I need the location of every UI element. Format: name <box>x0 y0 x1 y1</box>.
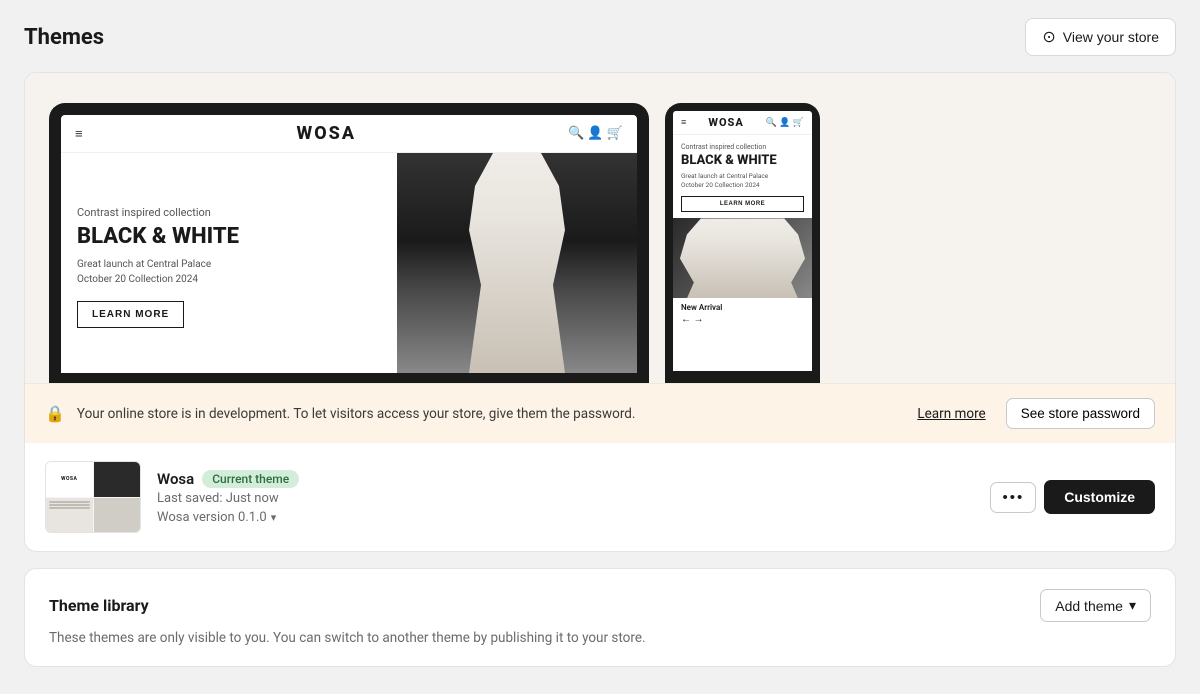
phone-icons: 🔍 👤 🛒 <box>766 118 804 128</box>
phone-mockup: ≡ WOSA 🔍 👤 🛒 Contrast inspired collectio… <box>665 103 820 383</box>
view-store-button[interactable]: ⊙ View your store <box>1025 18 1176 56</box>
tablet-cta-button[interactable]: LEARN MORE <box>77 301 184 328</box>
theme-name: Wosa <box>157 470 194 488</box>
thumb-cell-4 <box>94 498 141 533</box>
theme-meta: Wosa Current theme Last saved: Just now … <box>157 470 974 525</box>
library-title: Theme library <box>49 596 149 615</box>
theme-thumbnail: WOSA <box>45 461 141 533</box>
phone-subtitle: Contrast inspired collection <box>681 143 804 151</box>
lock-icon: 🔒 <box>45 404 65 423</box>
phone-cta-button[interactable]: LEARN MORE <box>681 196 804 212</box>
tablet-image <box>397 153 637 373</box>
phone-brand: WOSA <box>708 116 743 129</box>
current-theme-badge: Current theme <box>202 470 299 488</box>
theme-version-label: Wosa version 0.1.0 <box>157 510 267 525</box>
phone-desc: Great launch at Central Palace October 2… <box>681 172 804 190</box>
phone-heading: BLACK & WHITE <box>681 154 804 168</box>
tablet-screen: ≡ WOSA 🔍 👤 🛒 Contrast inspired collectio… <box>61 115 637 373</box>
tablet-text-col: Contrast inspired collection BLACK & WHI… <box>61 153 397 373</box>
library-header: Theme library Add theme ▾ <box>49 589 1151 622</box>
more-options-button[interactable]: ••• <box>990 482 1036 513</box>
tablet-heading: BLACK & WHITE <box>77 225 381 249</box>
view-store-label: View your store <box>1063 29 1159 45</box>
phone-screen: ≡ WOSA 🔍 👤 🛒 Contrast inspired collectio… <box>673 111 812 371</box>
phone-new-arrival: New Arrival <box>673 298 812 314</box>
main-theme-card: ≡ WOSA 🔍 👤 🛒 Contrast inspired collectio… <box>24 72 1176 552</box>
page-title: Themes <box>24 25 104 50</box>
phone-hamburger-icon: ≡ <box>681 117 686 128</box>
tablet-nav: ≡ WOSA 🔍 👤 🛒 <box>61 115 637 153</box>
theme-info: WOSA Wosa Current theme Last saved: Just… <box>25 443 1175 551</box>
tablet-brand: WOSA <box>297 123 356 144</box>
thumb-line-1 <box>49 501 90 503</box>
chevron-down-icon: ▾ <box>1129 597 1136 614</box>
add-theme-button[interactable]: Add theme ▾ <box>1040 589 1151 622</box>
thumb-cell-2 <box>94 462 141 497</box>
theme-version-selector[interactable]: Wosa version 0.1.0 ▾ <box>157 510 974 525</box>
customize-button[interactable]: Customize <box>1044 480 1155 514</box>
thumb-cell-3 <box>46 498 93 533</box>
add-theme-label: Add theme <box>1055 598 1123 614</box>
phone-image <box>673 218 812 298</box>
phone-arrows: ← → <box>673 314 812 329</box>
tablet-content: Contrast inspired collection BLACK & WHI… <box>61 153 637 373</box>
library-description: These themes are only visible to you. Yo… <box>49 630 1151 646</box>
theme-saved: Last saved: Just now <box>157 491 974 506</box>
theme-name-row: Wosa Current theme <box>157 470 974 488</box>
theme-actions: ••• Customize <box>990 480 1155 514</box>
tablet-subtitle: Contrast inspired collection <box>77 206 381 219</box>
tablet-icons: 🔍 👤 🛒 <box>568 126 623 141</box>
tablet-desc: Great launch at Central Palace October 2… <box>77 257 381 287</box>
tablet-mockup: ≡ WOSA 🔍 👤 🛒 Contrast inspired collectio… <box>49 103 649 383</box>
page-header: Themes ⊙ View your store <box>0 0 1200 72</box>
see-store-password-button[interactable]: See store password <box>1006 398 1155 429</box>
preview-area: ≡ WOSA 🔍 👤 🛒 Contrast inspired collectio… <box>25 73 1175 383</box>
phone-nav: ≡ WOSA 🔍 👤 🛒 <box>673 111 812 135</box>
learn-more-link[interactable]: Learn more <box>917 406 985 422</box>
password-message: Your online store is in development. To … <box>77 406 905 422</box>
thumb-line-3 <box>49 507 90 509</box>
thumb-brand: WOSA <box>61 476 77 482</box>
password-bar: 🔒 Your online store is in development. T… <box>25 383 1175 443</box>
hamburger-icon: ≡ <box>75 126 85 142</box>
chevron-down-icon: ▾ <box>271 511 277 524</box>
thumb-line-2 <box>49 504 90 506</box>
figure-silhouette <box>457 153 577 373</box>
thumb-cell-1: WOSA <box>46 462 93 497</box>
theme-library-card: Theme library Add theme ▾ These themes a… <box>24 568 1176 667</box>
phone-content: Contrast inspired collection BLACK & WHI… <box>673 135 812 212</box>
eye-icon: ⊙ <box>1042 27 1055 47</box>
